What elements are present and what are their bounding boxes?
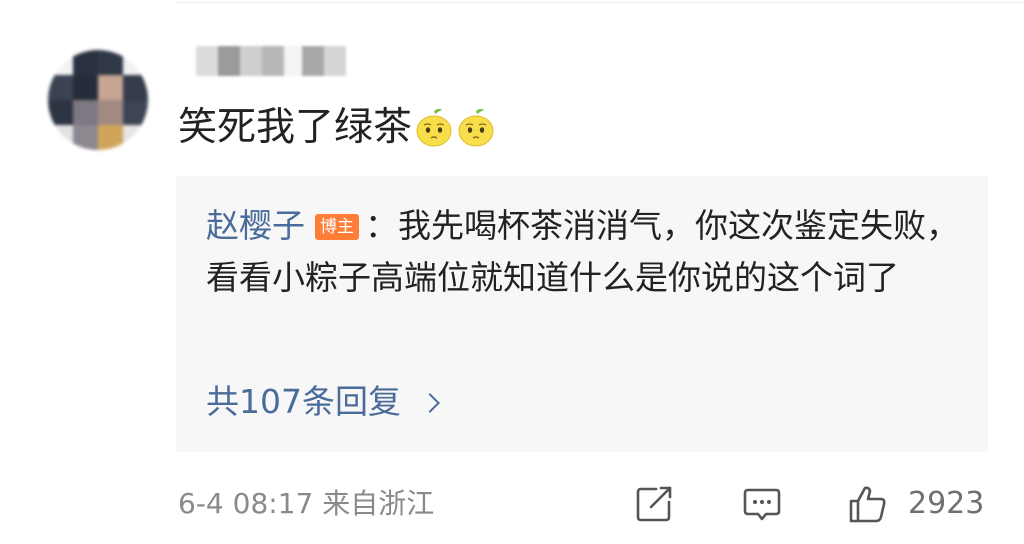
reply-separator: ： [365, 206, 398, 245]
like-count: 2923 [908, 486, 985, 521]
reply-preview[interactable]: 赵樱子 博主 ：我先喝杯茶消消气，你这次鉴定失败，看看小粽子高端位就知道什么是你说的… [176, 176, 988, 452]
comment-content: 笑死我了绿茶 [178, 100, 496, 156]
chevron-right-icon [420, 393, 440, 413]
reply-body: 赵樱子 博主 ：我先喝杯茶消消气，你这次鉴定失败，看看小粽子高端位就知道什么是你说的… [206, 200, 966, 304]
top-divider [176, 2, 1024, 3]
reply-author-link[interactable]: 赵樱子 [206, 206, 305, 245]
lemon-face-icon [414, 108, 454, 148]
thumbs-up-icon[interactable] [848, 484, 888, 524]
timestamp-location: 6-4 08:17 来自浙江 [178, 487, 435, 520]
avatar[interactable] [48, 50, 148, 150]
reply-count-label: 共107条回复 [206, 382, 401, 421]
comment-footer: 6-4 08:17 来自浙江 2923 [178, 480, 994, 528]
share-icon[interactable] [634, 484, 674, 524]
username-mosaic[interactable] [196, 46, 346, 76]
comment-icon[interactable] [742, 484, 782, 524]
lemon-face-icon [456, 108, 496, 148]
author-badge: 博主 [315, 214, 359, 240]
view-replies-link[interactable]: 共107条回复 [206, 380, 440, 424]
comment-text: 笑死我了绿茶 [178, 105, 413, 150]
